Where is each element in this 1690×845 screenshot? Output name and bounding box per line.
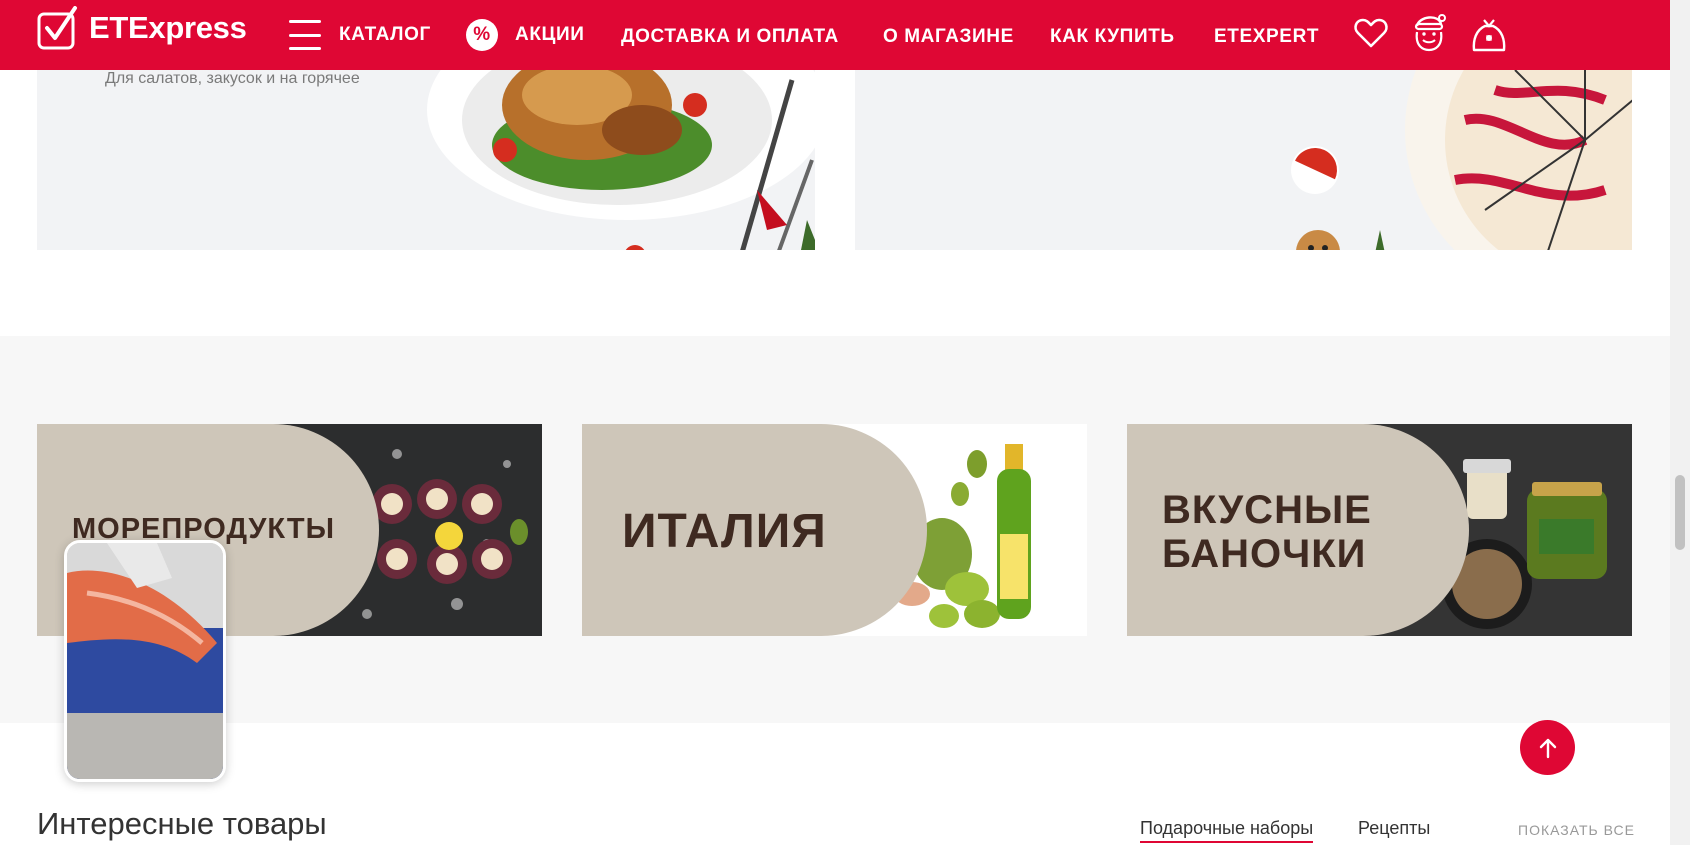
logo-text: ETExpress [89,10,247,45]
fish-cutting-video-frame [67,543,223,779]
banner-main-dishes[interactable]: Для салатов, закусок и на горячее [37,70,815,250]
scrollbar[interactable] [1670,0,1690,845]
nav-catalog[interactable]: КАТАЛОГ [289,0,431,70]
roast-chicken-image [427,70,815,250]
nav-delivery-label: ДОСТАВКА И ОПЛАТА [621,26,839,47]
nav-promo-label: АКЦИИ [515,24,585,45]
menu-icon [289,20,321,50]
nav-delivery[interactable]: ДОСТАВКА И ОПЛАТА [621,2,839,72]
show-all-link[interactable]: ПОКАЗАТЬ ВСЕ [1518,822,1635,838]
nav-how-to-buy-label: КАК КУПИТЬ [1050,26,1175,47]
logo-check-icon [37,6,79,50]
nav-about-label: О МАГАЗИНЕ [883,26,1014,47]
nav-etexpert[interactable]: ETEXPERT [1214,2,1319,72]
video-preview[interactable] [64,540,226,782]
nav-about[interactable]: О МАГАЗИНЕ [883,2,1014,72]
category-tasty-jars-line1: ВКУСНЫЕ [1162,488,1372,532]
santa-icon[interactable] [1411,12,1447,52]
category-tasty-jars[interactable]: ВКУСНЫЕ БАНОЧКИ [1127,424,1632,636]
scroll-to-top-button[interactable] [1520,720,1575,775]
category-tasty-jars-line2: БАНОЧКИ [1162,532,1367,576]
category-italy-label: ИТАЛИЯ [622,505,827,558]
nav-catalog-label: КАТАЛОГ [339,24,431,45]
arrow-up-icon [1539,738,1556,758]
banner-desserts[interactable] [855,70,1632,250]
banner-subtitle: Для салатов, закусок и на горячее [105,70,360,87]
site-header: ETExpress КАТАЛОГ % АКЦИИ ДОСТАВКА И ОПЛ… [0,0,1670,70]
dessert-cake-image [1291,70,1632,250]
page: ETExpress КАТАЛОГ % АКЦИИ ДОСТАВКА И ОПЛ… [0,0,1690,845]
tab-gift-sets[interactable]: Подарочные наборы [1140,818,1314,843]
nav-how-to-buy[interactable]: КАК КУПИТЬ [1050,2,1175,72]
nav-etexpert-label: ETEXPERT [1214,26,1320,47]
nav-promo[interactable]: % АКЦИИ [466,0,585,70]
logo[interactable]: ETExpress [37,6,247,50]
favorites-heart-icon[interactable] [1353,14,1389,52]
percent-icon: % [466,19,498,51]
tab-recipes[interactable]: Рецепты [1358,818,1430,839]
category-italy[interactable]: ИТАЛИЯ [582,424,1087,636]
interesting-products-title: Интересные товары [37,806,327,841]
scrollbar-thumb[interactable] [1675,475,1685,550]
gift-bag-icon[interactable] [1470,12,1506,52]
category-tasty-jars-label: ВКУСНЫЕ БАНОЧКИ [1162,488,1372,576]
